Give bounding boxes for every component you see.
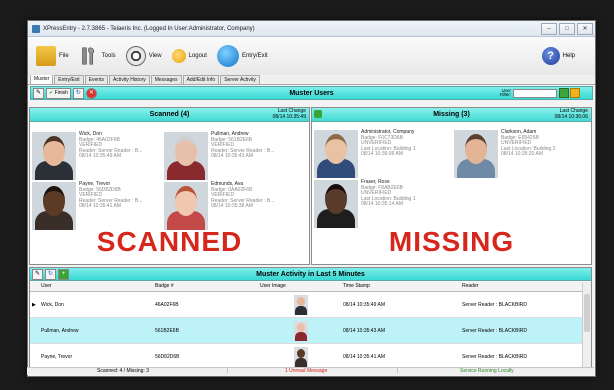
cell-badge: 46A02F6B — [155, 301, 179, 308]
scanned-big-label: SCANNED — [96, 226, 243, 257]
stop-button[interactable]: ✕ — [85, 87, 97, 99]
cell-user: Pullman, Andrew — [41, 327, 79, 334]
cell-time-stamp: 08/14 10:35:49 AM — [343, 301, 385, 308]
cell-reader: Server Reader : BLACKBIRD — [462, 327, 528, 334]
activity-refresh-button[interactable]: ↻ — [45, 268, 56, 280]
cell-reader: Server Reader : BLACKBIRD — [462, 301, 528, 308]
person-photo — [314, 130, 358, 178]
view-menu-button[interactable]: View — [125, 46, 162, 66]
person-info: Edmunds, Ava Badge: 0AA02F6B VERIFIED Reade… — [211, 181, 275, 210]
col-user-image[interactable]: User Image — [258, 282, 341, 291]
tab-activity-history[interactable]: Activity History — [108, 75, 150, 84]
table-row[interactable]: ▶ Wick, Don 46A02F6B 08/14 10:35:49 AM Serve… — [30, 292, 584, 318]
person-photo — [314, 180, 358, 228]
refresh-button[interactable]: ↻ — [72, 87, 84, 99]
person-info: Payne, Trevor Badge: 56D82D6B VERIFIED Read… — [79, 181, 143, 210]
activity-table: User Badge # User Image Time Stamp Reade… — [30, 282, 584, 367]
window-title: XPressEntry - 2.7.3865 - Telaeris Inc. (… — [43, 25, 255, 32]
missing-title: Missing (3) — [433, 111, 470, 118]
minimize-button[interactable]: – — [541, 22, 557, 35]
cell-user: Payne, Trevor — [41, 353, 73, 360]
person-photo — [164, 132, 208, 180]
user-filter-input[interactable] — [513, 88, 557, 98]
help-icon: ? — [541, 47, 560, 65]
missing-header: Missing (3) Last Change 08/14 10:36:06 — [312, 108, 591, 122]
activity-add-button[interactable]: + — [58, 268, 69, 280]
cell-user: Wick, Don — [41, 301, 64, 308]
close-button[interactable]: ✕ — [577, 22, 593, 35]
tab-strip: Muster Entry/Exit Events Activity Histor… — [28, 74, 595, 85]
missing-last-change: Last Change 08/14 10:36:06 — [554, 108, 588, 120]
activity-scrollbar[interactable] — [582, 282, 591, 367]
person-info: Clarkson, Adam Badge: E65426B UNVERIFIED La… — [501, 129, 556, 158]
cell-badge: 561B2E6B — [155, 327, 179, 334]
person-photo — [32, 132, 76, 180]
maximize-button[interactable]: □ — [559, 22, 575, 35]
cell-user-image — [258, 294, 341, 315]
person-card[interactable]: Fraser, Rose Badge: F8AB2E6B UNVERIFIED Las… — [314, 179, 446, 228]
clear-filter-button[interactable] — [570, 88, 580, 98]
cell-badge: 56D82D6B — [155, 353, 180, 360]
activity-title: Muster Activity in Last 5 Minutes — [256, 270, 365, 278]
table-row[interactable]: Payne, Trevor 56D82D6B 08/14 10:35:41 AM Se… — [30, 344, 584, 367]
cell-time-stamp: 08/14 10:35:41 AM — [343, 353, 385, 360]
wrench-icon — [81, 47, 94, 65]
apply-filter-button[interactable] — [559, 88, 569, 98]
tab-messages[interactable]: Messages — [150, 75, 182, 84]
cell-user-image — [258, 346, 341, 367]
col-time-stamp[interactable]: Time Stamp — [341, 282, 460, 291]
scanned-title: Scanned (4) — [149, 111, 190, 118]
file-menu-button[interactable]: File — [36, 46, 69, 66]
person-card[interactable]: Edmunds, Ava Badge: 0AA02F6B VERIFIED Reade… — [164, 181, 296, 230]
logout-button[interactable]: Logout — [171, 49, 207, 63]
person-photo — [454, 130, 498, 178]
person-card[interactable]: Pullman, Andrew Badge: 561B2E6B VERIFIED Re… — [164, 131, 296, 180]
user-filter: User Filter: — [491, 88, 580, 98]
key-icon — [171, 49, 186, 63]
settings-button[interactable]: ✎ — [33, 87, 44, 99]
scanned-panel: Scanned (4) Last Change 08/14 10:35:49 W… — [29, 107, 310, 265]
col-user[interactable]: User — [39, 282, 153, 291]
person-photo — [32, 182, 76, 230]
col-reader[interactable]: Reader — [460, 282, 584, 291]
title-bar: XPressEntry - 2.7.3865 - Telaeris Inc. (… — [28, 21, 595, 37]
finish-button[interactable]: ✔ Finish — [46, 87, 71, 99]
activity-panel: ✎ ↻ + Muster Activity in Last 5 Minutes … — [29, 267, 592, 368]
person-info: Pullman, Andrew Badge: 561B2E6B VERIFIED Re… — [211, 131, 275, 160]
tab-add-edit-info[interactable]: Add/Edit Info — [182, 75, 220, 84]
missing-panel: Missing (3) Last Change 08/14 10:36:06 A… — [311, 107, 592, 265]
scanned-header: Scanned (4) Last Change 08/14 10:35:49 — [30, 108, 309, 122]
table-row[interactable]: Pullman, Andrew 561B2E6B 08/14 10:35:43 AM… — [30, 318, 584, 344]
activity-settings-button[interactable]: ✎ — [32, 268, 43, 280]
scanned-last-change: Last Change 08/14 10:35:49 — [272, 108, 306, 120]
cell-reader: Server Reader : BLACKBIRD — [462, 353, 528, 360]
person-card[interactable]: Wick, Don Badge: 46A02F6B VERIFIED Reader: … — [32, 131, 164, 180]
person-photo — [164, 182, 208, 230]
tab-server-activity[interactable]: Server Activity — [220, 75, 260, 84]
app-icon — [32, 24, 40, 33]
cell-time-stamp: 08/14 10:35:43 AM — [343, 327, 385, 334]
tab-entry-exit[interactable]: Entry/Exit — [54, 75, 84, 84]
person-info: Wick, Don Badge: 46A02F6B VERIFIED Reader: … — [79, 131, 143, 160]
folder-icon — [36, 46, 56, 66]
cell-user-image — [258, 320, 341, 341]
person-card[interactable]: Payne, Trevor Badge: 56D82D6B VERIFIED Read… — [32, 181, 164, 230]
tab-muster[interactable]: Muster — [30, 74, 54, 84]
person-info: Administrator, Company Badge: F0C73D6B UNV… — [361, 129, 416, 158]
entry-exit-arrow-icon — [216, 45, 239, 67]
table-header-row: User Badge # User Image Time Stamp Reade… — [30, 282, 584, 292]
person-card[interactable]: Clarkson, Adam Badge: E65426B UNVERIFIED La… — [454, 129, 586, 178]
muster-users-header: ✎ ✔ Finish ↻ ✕ Muster Users User Filter: — [30, 86, 593, 100]
person-card[interactable]: Administrator, Company Badge: F0C73D6B UNV… — [314, 129, 446, 178]
main-toolbar: File Tools View Logout Entry/Exit ? Help — [28, 37, 595, 75]
help-button[interactable]: ? Help — [541, 47, 575, 65]
tab-events[interactable]: Events — [84, 75, 108, 84]
person-info: Fraser, Rose Badge: F8AB2E6B UNVERIFIED Las… — [361, 179, 416, 208]
missing-big-label: MISSING — [388, 226, 515, 257]
activity-header: ✎ ↻ + Muster Activity in Last 5 Minutes — [30, 268, 591, 281]
col-badge[interactable]: Badge # — [153, 282, 258, 291]
tools-menu-button[interactable]: Tools — [79, 46, 116, 66]
film-reel-icon — [125, 46, 146, 66]
entry-exit-button[interactable]: Entry/Exit — [216, 45, 268, 67]
